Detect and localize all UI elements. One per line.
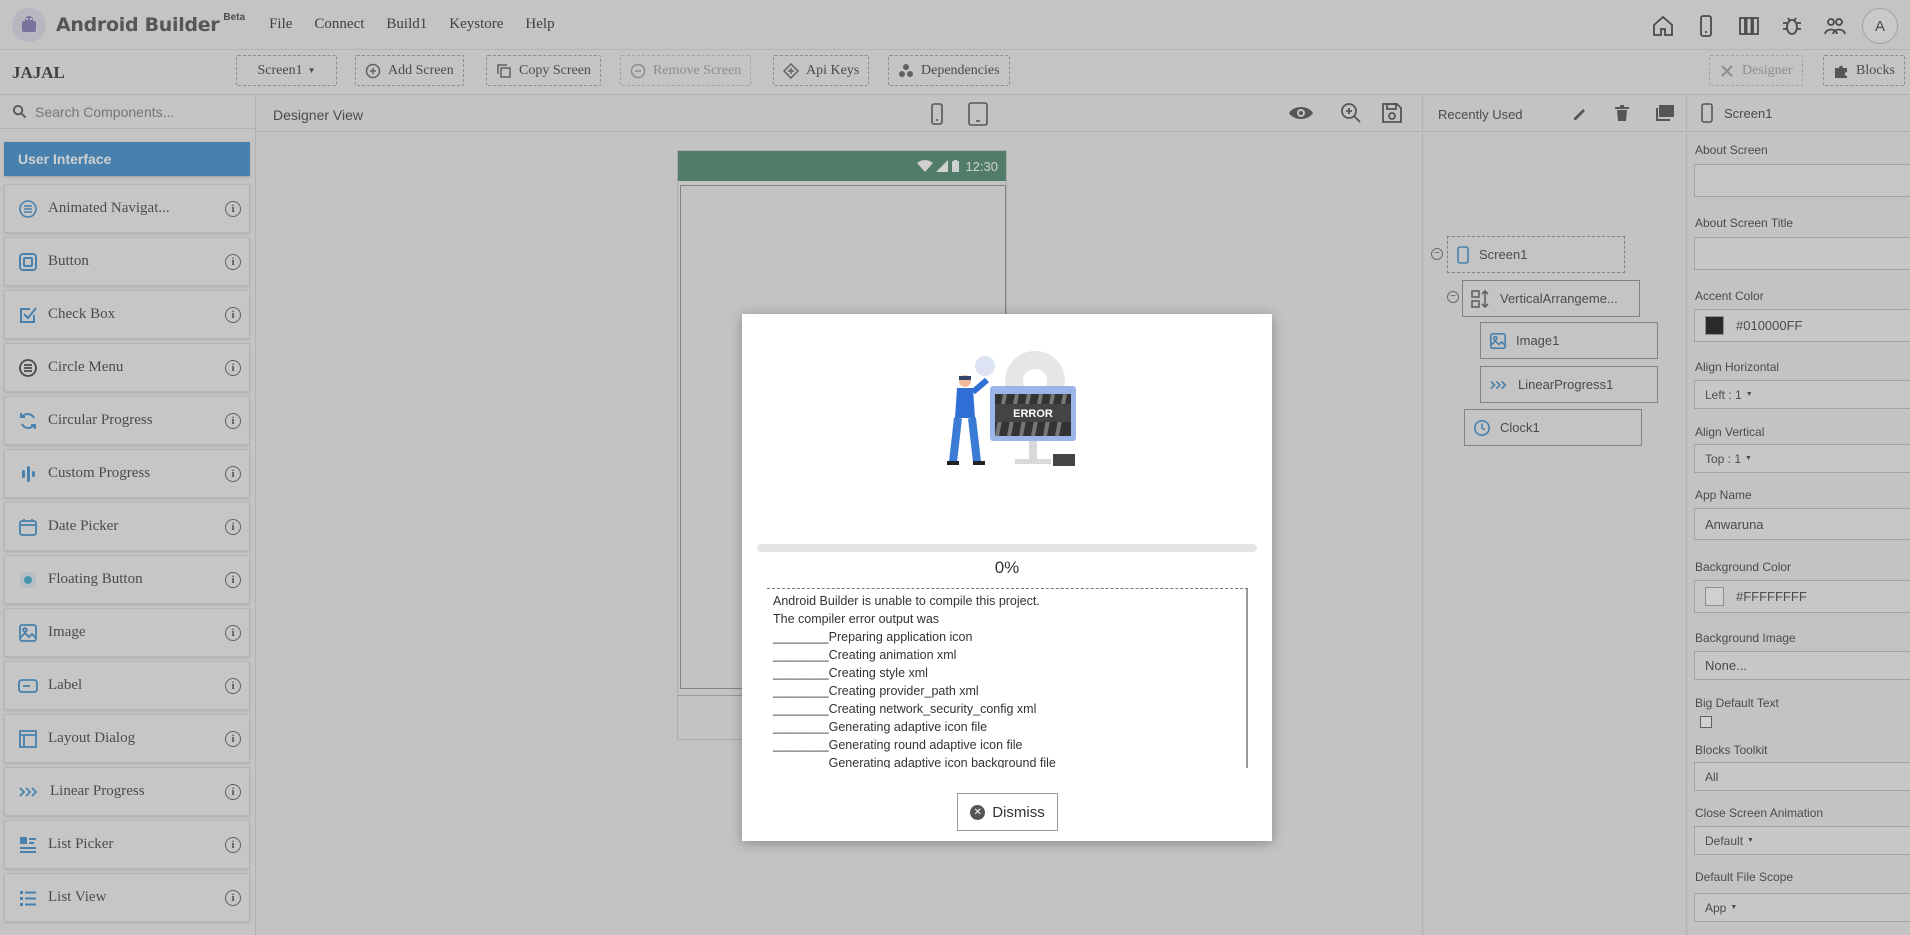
log-line: ________Creating network_security_config… bbox=[773, 702, 1037, 716]
log-line: ________Generating adaptive icon file bbox=[773, 720, 988, 734]
dismiss-label: Dismiss bbox=[992, 803, 1045, 821]
dismiss-button[interactable]: ✕ Dismiss bbox=[957, 793, 1058, 831]
log-line: ________Creating style xml bbox=[773, 666, 928, 680]
log-line: ________Preparing application icon bbox=[773, 630, 973, 644]
compiler-output-log[interactable]: Android Builder is unable to compile thi… bbox=[767, 588, 1248, 768]
error-illustration-icon: ERROR bbox=[947, 351, 1076, 466]
compile-progress-percent: 0% bbox=[994, 558, 1020, 577]
close-icon: ✕ bbox=[970, 804, 986, 820]
log-line: ________Generating round adaptive icon f… bbox=[773, 738, 1023, 752]
error-banner-text: ERROR bbox=[1013, 408, 1053, 420]
log-line: ________Creating animation xml bbox=[773, 648, 957, 662]
log-line: Android Builder is unable to compile thi… bbox=[773, 594, 1040, 608]
log-line: ________Generating adaptive icon backgro… bbox=[773, 756, 1056, 768]
log-line: ________Creating provider_path xml bbox=[773, 684, 979, 698]
compile-error-dialog: ERROR 0% Android Builder is unable to co… bbox=[742, 314, 1272, 841]
log-line: The compiler error output was bbox=[773, 612, 940, 626]
compile-progress-bar bbox=[757, 544, 1257, 552]
